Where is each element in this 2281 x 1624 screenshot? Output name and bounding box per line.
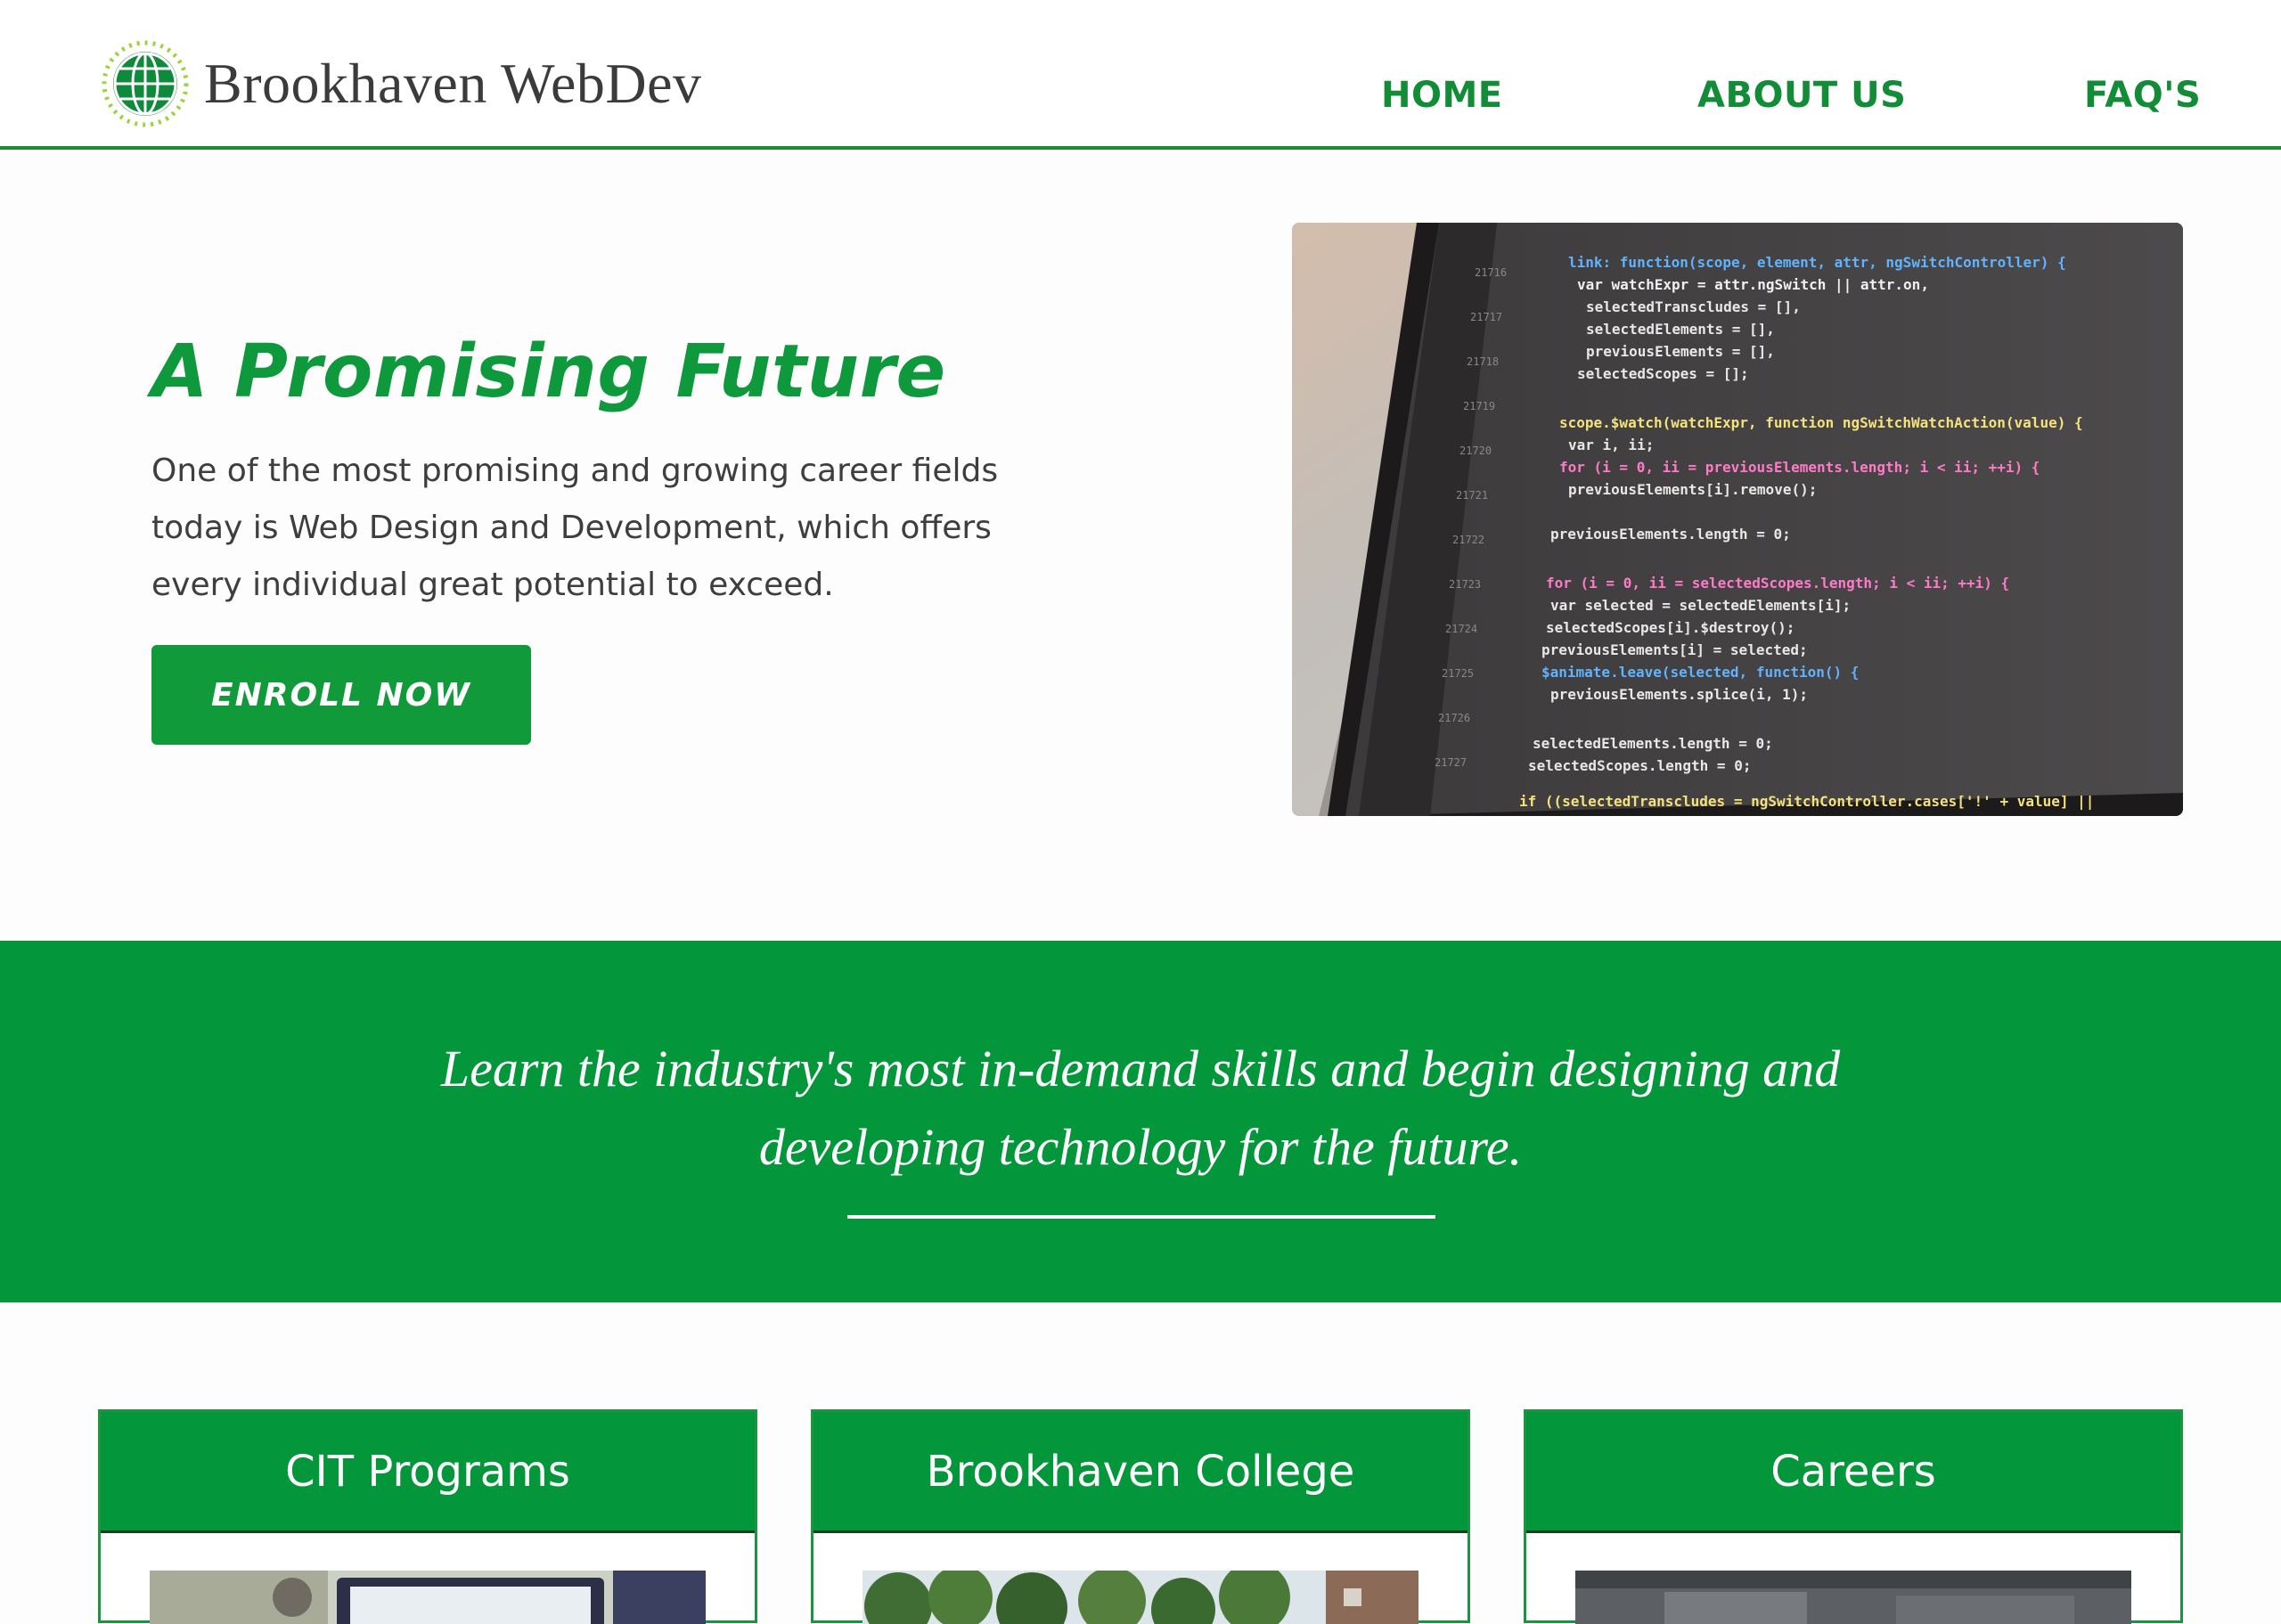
svg-text:21716: 21716 <box>1475 266 1507 279</box>
hero-title: A Promising Future <box>151 330 946 414</box>
card-image <box>150 1571 706 1624</box>
svg-text:var i, ii;: var i, ii; <box>1568 437 1654 453</box>
svg-text:previousElements[i] = selected: previousElements[i] = selected; <box>1541 641 1808 658</box>
svg-text:if ((selectedTranscludes = ngS: if ((selectedTranscludes = ngSwitchContr… <box>1519 793 2094 811</box>
svg-text:21719: 21719 <box>1463 400 1495 412</box>
svg-text:selectedElements = [],: selectedElements = [], <box>1586 321 1775 338</box>
svg-text:21724: 21724 <box>1445 623 1477 635</box>
svg-text:21721: 21721 <box>1456 489 1488 502</box>
svg-text:21717: 21717 <box>1470 311 1502 323</box>
svg-text:previousElements.splice(i, 1);: previousElements.splice(i, 1); <box>1550 686 1808 703</box>
card-image <box>1575 1571 2131 1624</box>
code-on-laptop-photo-icon: link: function(scope, element, attr, ngS… <box>1292 223 2183 816</box>
svg-text:21725: 21725 <box>1442 667 1474 680</box>
card-title: CIT Programs <box>285 1446 570 1497</box>
card-header: Brookhaven College <box>813 1412 1468 1533</box>
campus-trees-photo-icon <box>863 1571 1418 1624</box>
svg-text:21722: 21722 <box>1452 534 1484 546</box>
svg-text:selectedScopes = [];: selectedScopes = []; <box>1577 365 1749 382</box>
banner-line-1: Learn the industry's most in-demand skil… <box>440 1040 1841 1098</box>
svg-text:var selected = selectedElement: var selected = selectedElements[i]; <box>1550 597 1851 614</box>
card-title: Careers <box>1770 1446 1936 1497</box>
computer-classroom-photo-icon <box>150 1571 706 1624</box>
svg-text:21727: 21727 <box>1435 756 1467 769</box>
office-photo-icon <box>1575 1571 2131 1624</box>
svg-text:previousElements.length = 0;: previousElements.length = 0; <box>1550 526 1791 543</box>
nav-faqs[interactable]: FAQ'S <box>2084 75 2201 116</box>
card-title: Brookhaven College <box>926 1446 1355 1497</box>
site-header: Brookhaven WebDev HOME ABOUT US FAQ'S <box>0 0 2281 150</box>
card-brookhaven-college[interactable]: Brookhaven College <box>811 1409 1470 1624</box>
svg-text:previousElements[i].remove();: previousElements[i].remove(); <box>1568 481 1817 498</box>
card-cit-programs[interactable]: CIT Programs <box>98 1409 757 1624</box>
card-careers[interactable]: Careers <box>1524 1409 2183 1624</box>
enroll-now-button[interactable]: ENROLL NOW <box>151 645 531 745</box>
banner-tagline: Learn the industry's most in-demand skil… <box>0 1030 2281 1187</box>
svg-text:var watchExpr = attr.ngSwitch: var watchExpr = attr.ngSwitch || attr.on… <box>1577 276 1929 294</box>
card-header: Careers <box>1526 1412 2180 1533</box>
svg-text:21723: 21723 <box>1449 578 1481 591</box>
card-header: CIT Programs <box>101 1412 755 1533</box>
svg-text:for (i = 0, ii = selectedScope: for (i = 0, ii = selectedScopes.length; … <box>1546 575 2009 592</box>
nav-about-us[interactable]: ABOUT US <box>1697 75 1906 116</box>
svg-text:selectedScopes.length = 0;: selectedScopes.length = 0; <box>1528 757 1751 774</box>
card-image <box>863 1571 1418 1624</box>
svg-text:21720: 21720 <box>1459 445 1492 457</box>
hero-description: One of the most promising and growing ca… <box>151 453 999 603</box>
svg-text:scope.$watch(watchExpr, functi: scope.$watch(watchExpr, function ngSwitc… <box>1559 414 2083 431</box>
banner-divider <box>847 1215 1435 1219</box>
tagline-banner: Learn the industry's most in-demand skil… <box>0 941 2281 1302</box>
site-title: Brookhaven WebDev <box>204 52 702 115</box>
nav-home[interactable]: HOME <box>1381 75 1503 116</box>
svg-text:21726: 21726 <box>1438 712 1470 724</box>
svg-text:link: function(scope, element,: link: function(scope, element, attr, ngS… <box>1568 254 2066 271</box>
code-laptop-image: link: function(scope, element, attr, ngS… <box>1292 223 2183 816</box>
svg-text:for (i = 0, ii = previousEleme: for (i = 0, ii = previousElements.length… <box>1559 459 2040 476</box>
svg-text:selectedTranscludes = [],: selectedTranscludes = [], <box>1586 298 1801 315</box>
svg-text:selectedElements.length = 0;: selectedElements.length = 0; <box>1533 735 1773 752</box>
svg-text:selectedScopes[i].$destroy();: selectedScopes[i].$destroy(); <box>1546 619 1795 636</box>
svg-text:previousElements = [],: previousElements = [], <box>1586 343 1775 360</box>
site-logo[interactable]: Brookhaven WebDev <box>101 39 701 128</box>
svg-text:21718: 21718 <box>1467 355 1499 368</box>
banner-line-2: developing technology for the future. <box>758 1118 1523 1176</box>
globe-icon <box>102 40 189 127</box>
svg-text:$animate.leave(selected, funct: $animate.leave(selected, function() { <box>1541 664 1859 681</box>
